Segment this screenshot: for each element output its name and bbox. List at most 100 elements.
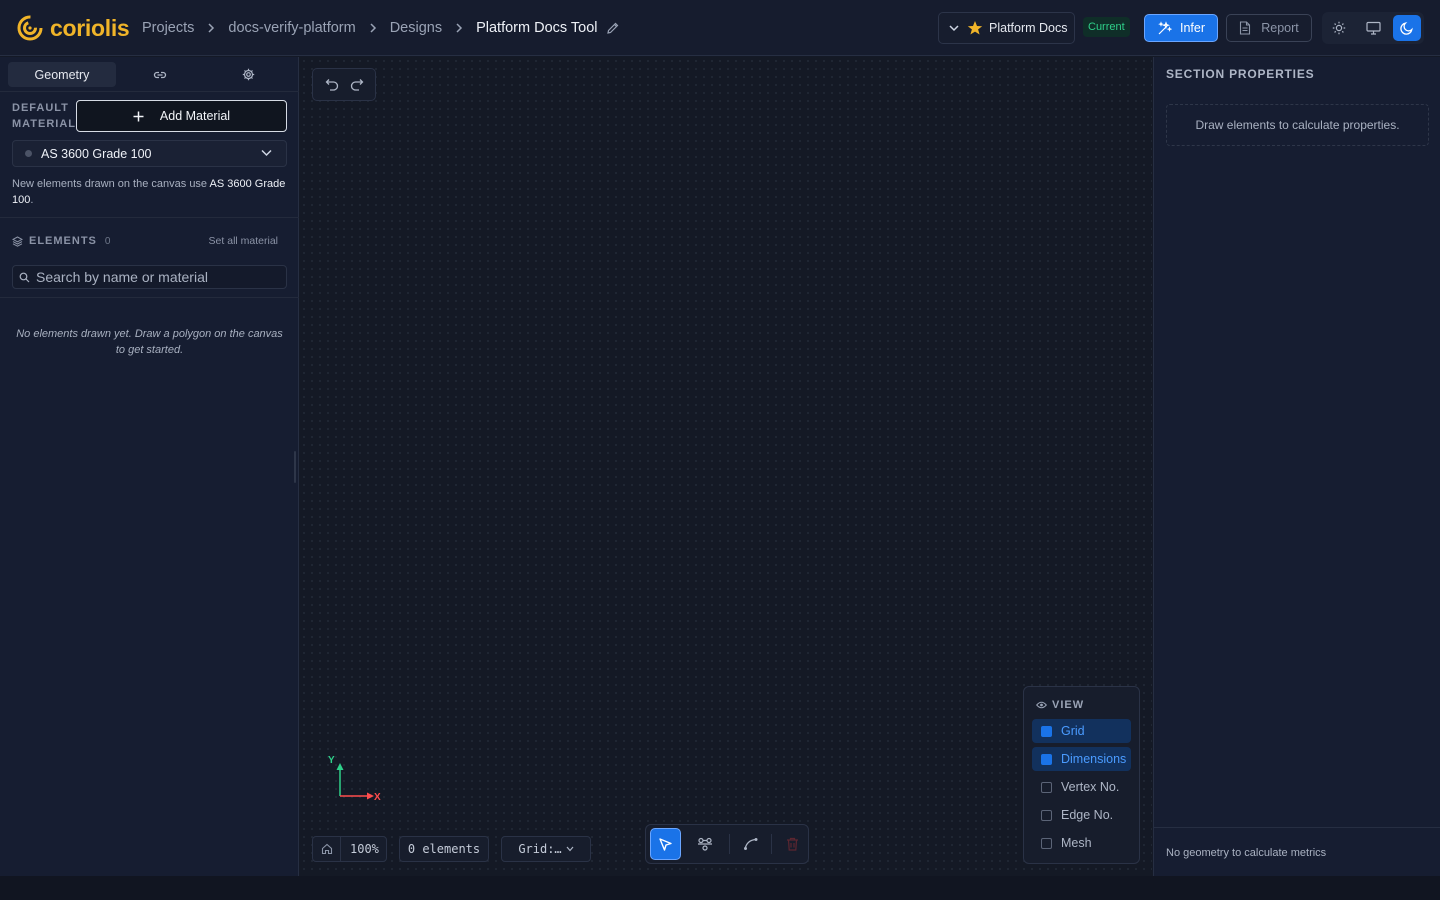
status-badge: Current (1083, 17, 1130, 37)
grid-size-select[interactable]: Grid:… (501, 836, 591, 862)
tab-settings[interactable] (204, 62, 292, 87)
tab-geometry[interactable]: Geometry (8, 62, 116, 87)
view-option-edge-no[interactable]: Edge No. (1032, 803, 1131, 827)
elements-header: ELEMENTS 0 Set all material (12, 233, 287, 249)
polygon-tool-button[interactable] (690, 828, 721, 860)
theme-light-button[interactable] (1325, 15, 1353, 41)
search-icon (19, 272, 30, 283)
view-option-vertex-no[interactable]: Vertex No. (1032, 775, 1131, 799)
node-path-icon (697, 837, 712, 851)
view-option-grid[interactable]: Grid (1032, 719, 1131, 743)
empty-elements-message: No elements drawn yet. Draw a polygon on… (16, 328, 283, 356)
view-option-mesh[interactable]: Mesh (1032, 831, 1131, 855)
add-material-button[interactable]: Add Material (76, 100, 287, 132)
panel-tabs: Geometry (8, 62, 292, 87)
toolbar-divider (729, 834, 731, 854)
undo-button[interactable] (325, 78, 339, 91)
axis-y-label: Y (328, 755, 335, 766)
chevron-right-icon (194, 23, 228, 33)
infer-label: Infer (1179, 21, 1205, 35)
document-icon (1239, 21, 1251, 35)
breadcrumb-project[interactable]: docs-verify-platform (228, 20, 355, 36)
breadcrumb-current: Platform Docs Tool (476, 20, 598, 36)
version-selector[interactable]: Platform Docs (938, 12, 1075, 44)
layers-icon (12, 235, 23, 247)
view-option-label: Dimensions (1061, 752, 1127, 766)
pencil-icon[interactable] (606, 21, 620, 35)
chevron-down-icon (261, 149, 272, 157)
infer-button[interactable]: Infer (1144, 14, 1218, 42)
toolbar-divider (771, 834, 773, 854)
trash-icon (787, 837, 799, 851)
view-option-dimensions[interactable]: Dimensions (1032, 747, 1131, 771)
element-count-chip: 0 elements (399, 836, 489, 862)
view-option-label: Mesh (1061, 836, 1092, 850)
logo[interactable]: coriolis (16, 13, 130, 43)
view-title: VIEW (1052, 699, 1085, 711)
home-icon (321, 843, 332, 855)
section-properties-empty: Draw elements to calculate properties. (1166, 104, 1429, 146)
view-options-panel: VIEW Grid Dimensions Vertex No. Edge No.… (1023, 686, 1140, 864)
monitor-icon (1365, 21, 1381, 35)
curve-tool-button[interactable] (739, 828, 762, 860)
default-material-label: DEFAULT MATERIAL (12, 102, 77, 130)
drawing-toolbar (645, 824, 809, 864)
report-label: Report (1261, 21, 1299, 35)
left-resize-handle[interactable] (294, 451, 296, 483)
grid-label: Grid:… (518, 842, 562, 856)
chevron-down-icon (949, 24, 959, 32)
breadcrumb-projects[interactable]: Projects (142, 20, 194, 36)
left-panel: Geometry DEFAULT MATERIAL Add Material A… (0, 57, 299, 876)
section-properties-title: SECTION PROPERTIES (1166, 67, 1315, 81)
moon-icon (1400, 22, 1413, 35)
canvas-status: 100% 0 elements Grid:… (312, 836, 591, 862)
metrics-footer: No geometry to calculate metrics (1154, 827, 1440, 876)
chevron-right-icon (356, 23, 390, 33)
link-icon (153, 71, 167, 78)
drawing-canvas[interactable]: Y X 100% 0 elements Grid:… VIEW Grid Dim… (300, 57, 1152, 876)
report-button[interactable]: Report (1226, 14, 1312, 42)
material-note-suffix: . (30, 194, 34, 206)
redo-button[interactable] (350, 78, 364, 91)
divider (0, 217, 299, 218)
reset-view-button[interactable] (313, 837, 341, 861)
plus-icon (133, 111, 144, 122)
view-header: VIEW (1036, 699, 1131, 711)
divider (0, 297, 299, 298)
checkbox[interactable] (1041, 725, 1052, 737)
star-icon (967, 20, 983, 36)
chevron-right-icon (442, 23, 476, 33)
breadcrumb-designs[interactable]: Designs (390, 20, 442, 36)
zoom-level: 100% (350, 842, 379, 856)
search-input[interactable] (36, 269, 276, 285)
material-select[interactable]: AS 3600 Grade 100 (12, 140, 287, 167)
checkbox[interactable] (1041, 753, 1052, 765)
cursor-arrow-icon (659, 837, 672, 851)
view-option-label: Vertex No. (1061, 780, 1120, 794)
theme-dark-button[interactable] (1393, 15, 1421, 41)
metrics-message: No geometry to calculate metrics (1166, 847, 1327, 859)
tab-links[interactable] (116, 62, 204, 87)
axis-x-label: X (374, 792, 381, 803)
material-note: New elements drawn on the canvas use AS … (12, 176, 292, 208)
app-name: coriolis (50, 15, 130, 41)
history-controls (312, 68, 376, 101)
zoom-control: 100% (312, 836, 387, 862)
app-header: coriolis Projects docs-verify-platform D… (0, 0, 1440, 56)
select-tool-button[interactable] (650, 828, 681, 860)
material-note-prefix: New elements drawn on the canvas use (12, 178, 210, 190)
magic-wand-icon (1157, 20, 1172, 36)
checkbox[interactable] (1041, 809, 1052, 821)
elements-count: 0 (104, 235, 111, 247)
curve-icon (743, 838, 758, 850)
add-material-label: Add Material (159, 109, 231, 123)
set-all-material-button[interactable]: Set all material (209, 235, 278, 247)
checkbox[interactable] (1041, 837, 1052, 849)
bottom-bar (0, 876, 1440, 900)
coriolis-logo-icon (17, 15, 43, 41)
delete-button[interactable] (781, 828, 804, 860)
view-option-label: Edge No. (1061, 808, 1114, 822)
sun-icon (1332, 21, 1346, 35)
checkbox[interactable] (1041, 781, 1052, 793)
theme-system-button[interactable] (1359, 15, 1387, 41)
